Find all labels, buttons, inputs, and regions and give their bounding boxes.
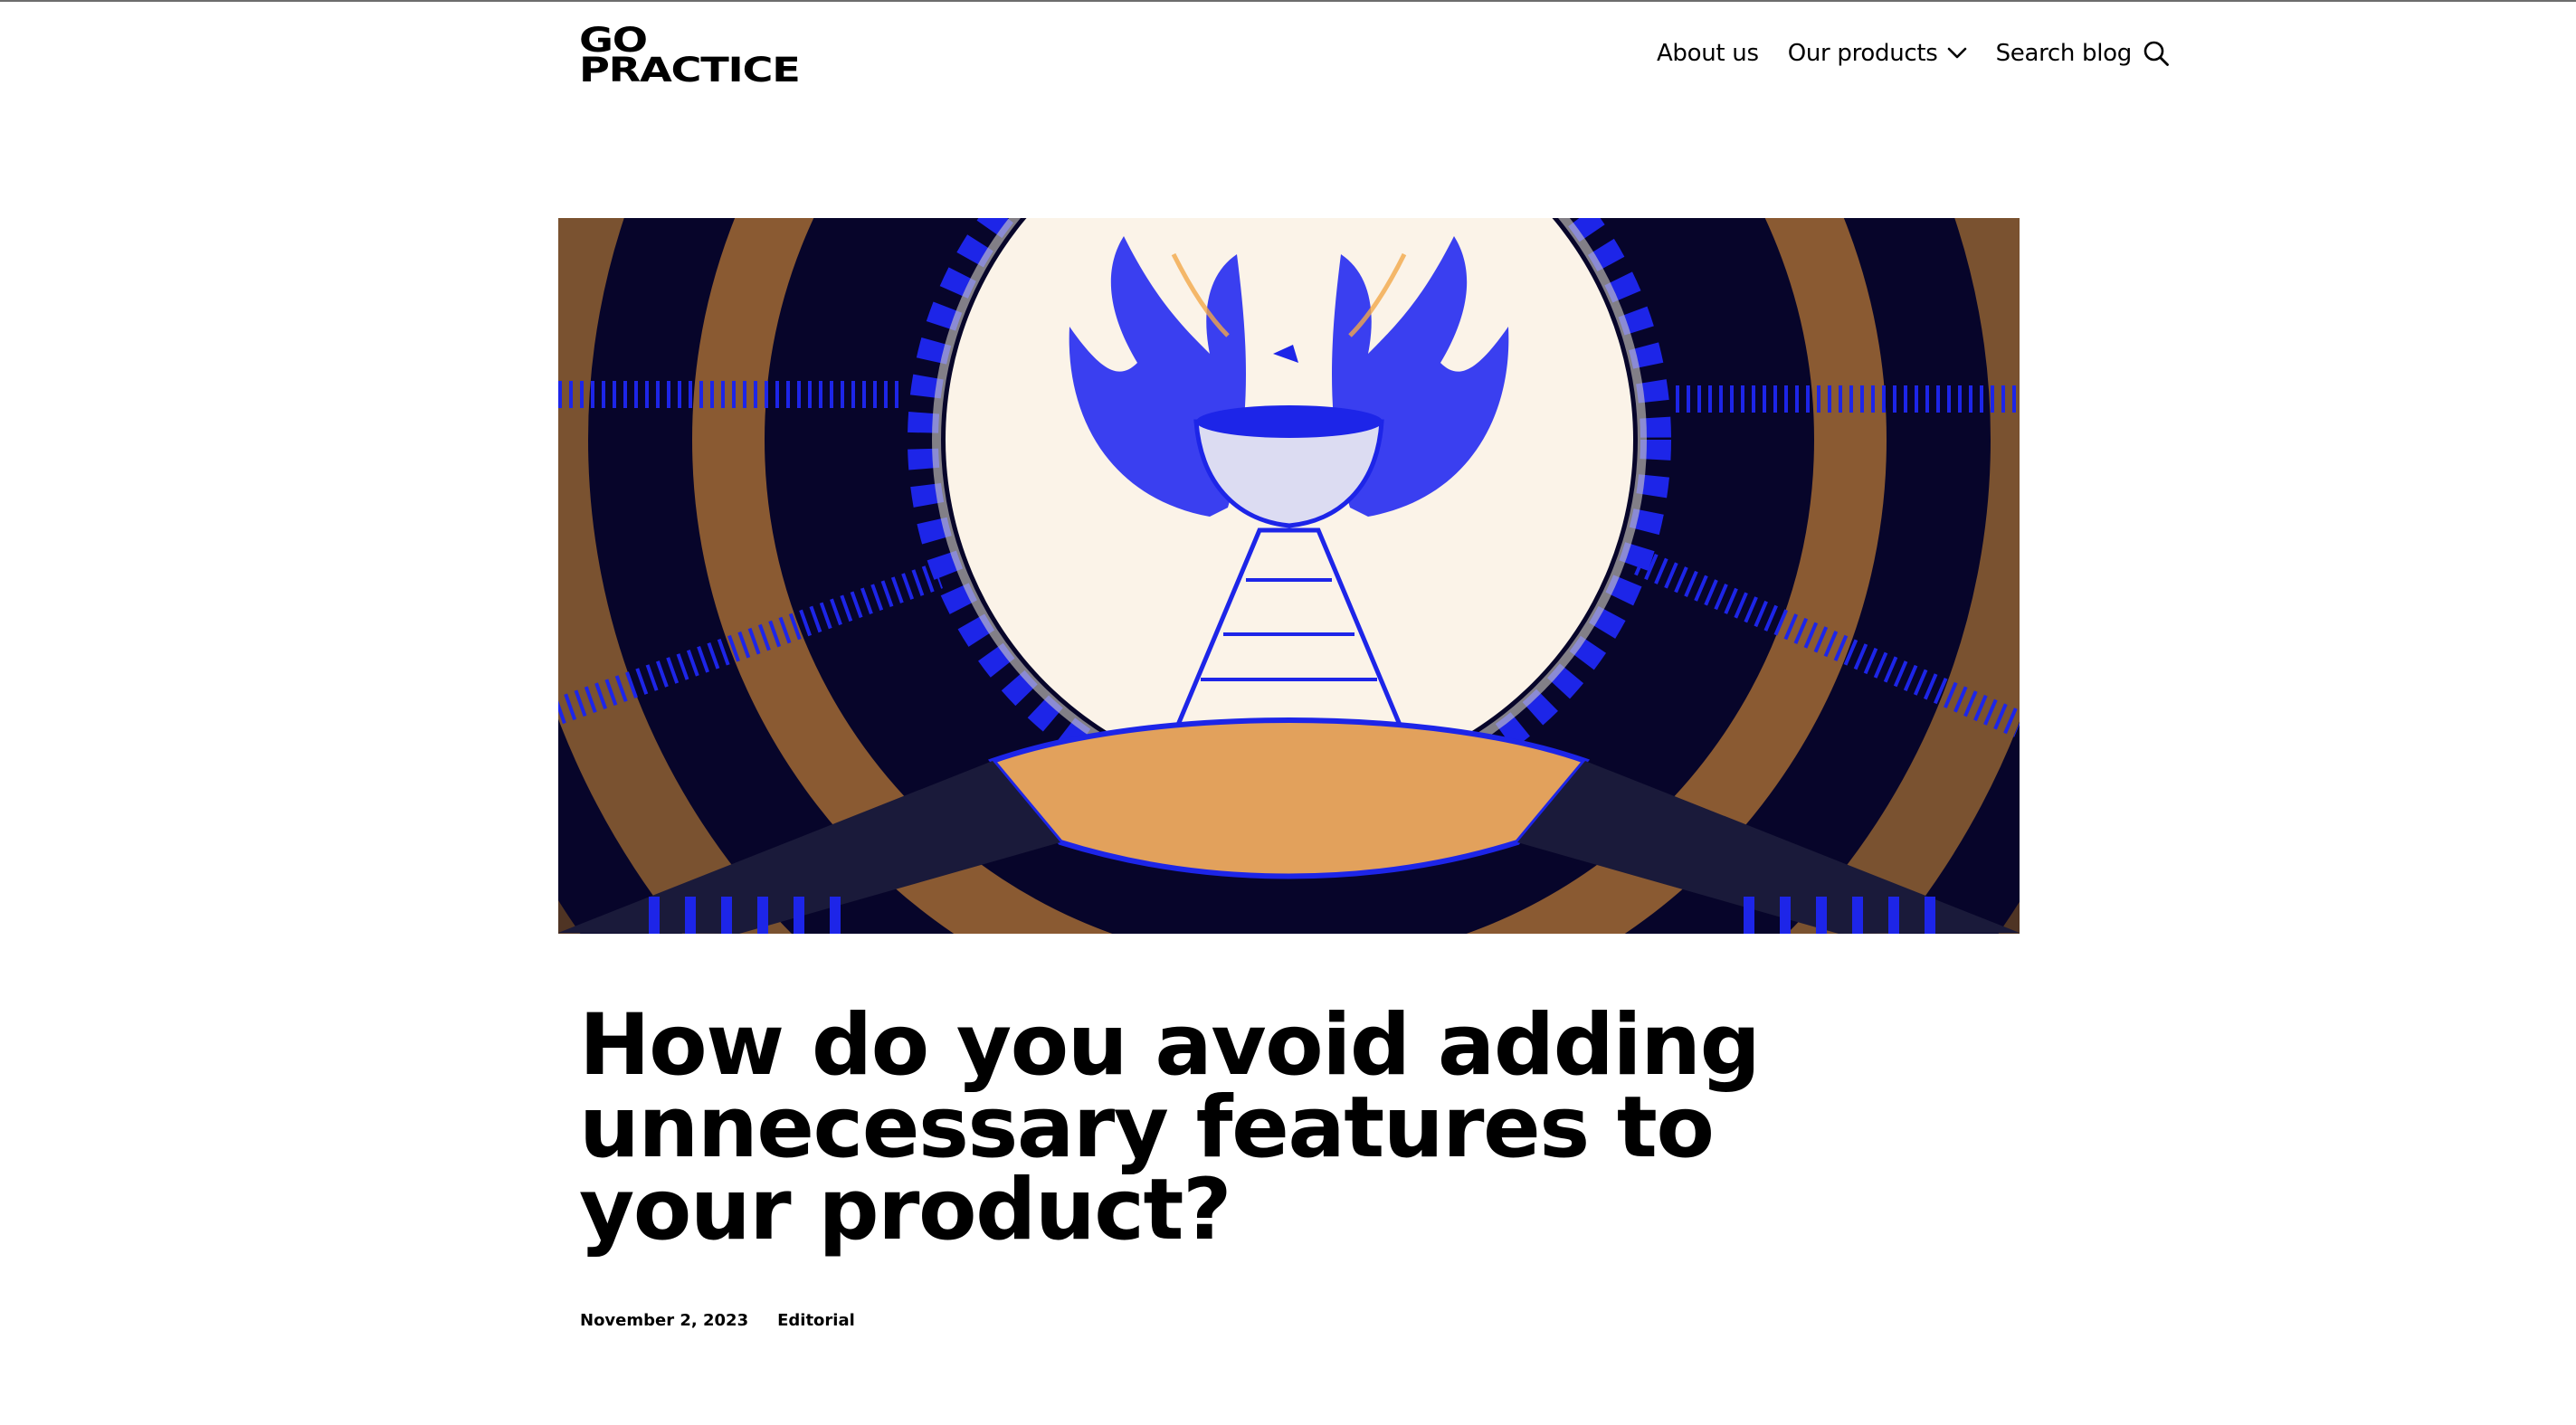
search-icon [2143,41,2169,66]
article-date: November 2, 2023 [580,1311,749,1330]
nav-our-products-label: Our products [1787,40,1938,67]
article-title: How do you avoid adding unnecessary feat… [579,996,1761,1259]
hero-illustration [558,218,2020,934]
nav-our-products[interactable]: Our products [1788,40,1967,67]
site-header: GO PRACTICE About us Our products Search… [579,24,2170,98]
main-nav: About us Our products Search blog [1657,40,2170,67]
hero-art [558,218,2020,934]
nav-about-us-label: About us [1656,40,1759,67]
top-border [0,0,2576,2]
nav-search-blog-label: Search blog [1995,40,2133,67]
nav-about-us[interactable]: About us [1657,40,1759,67]
article-meta: November 2, 2023 Editorial [580,1311,855,1330]
article-category[interactable]: Editorial [777,1311,855,1330]
chevron-down-icon [1947,47,1966,59]
logo-line-practice: PRACTICE [579,51,801,90]
site-logo[interactable]: GO PRACTICE [579,24,801,90]
nav-search-blog[interactable]: Search blog [1996,40,2170,67]
